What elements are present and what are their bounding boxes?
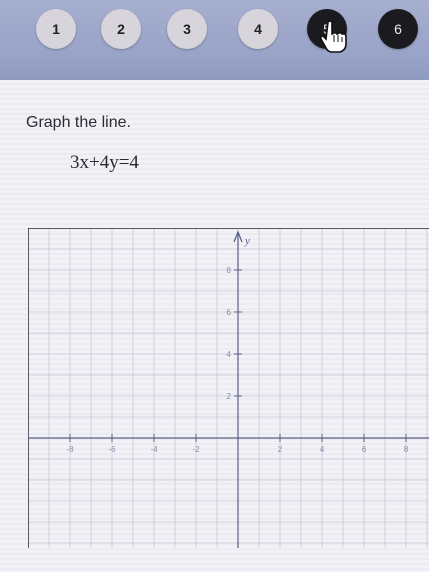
- y-tick-label: 8: [227, 266, 232, 275]
- x-tick-label: -6: [108, 445, 116, 454]
- question-4-button[interactable]: 4: [238, 9, 278, 49]
- y-axis-label: y: [244, 235, 250, 247]
- y-tick-label: 2: [227, 392, 232, 401]
- x-tick-label: 2: [278, 445, 283, 454]
- x-tick-label: 8: [404, 445, 409, 454]
- graph-grid: [28, 228, 429, 548]
- graph-axes: [28, 228, 429, 548]
- question-instruction: Graph the line.: [26, 114, 131, 131]
- question-6-button[interactable]: 6: [378, 9, 418, 49]
- question-nav-bar: 1 2 3 4 5 6: [0, 0, 429, 80]
- graph-canvas[interactable]: y 8 6 4 2 -8 -6 -4 -2 2 4 6 8: [28, 228, 429, 548]
- equation: 3x+4y=4: [70, 152, 139, 173]
- y-tick-label: 6: [227, 308, 232, 317]
- x-tick-label: 4: [320, 445, 325, 454]
- hand-pointer-icon: [319, 20, 347, 53]
- question-2-button[interactable]: 2: [101, 9, 141, 49]
- question-1-button[interactable]: 1: [36, 9, 76, 49]
- y-tick-label: 4: [227, 350, 232, 359]
- x-tick-label: -4: [150, 445, 158, 454]
- question-3-button[interactable]: 3: [167, 9, 207, 49]
- x-tick-label: -8: [66, 445, 74, 454]
- x-tick-label: -2: [192, 445, 200, 454]
- x-tick-label: 6: [362, 445, 367, 454]
